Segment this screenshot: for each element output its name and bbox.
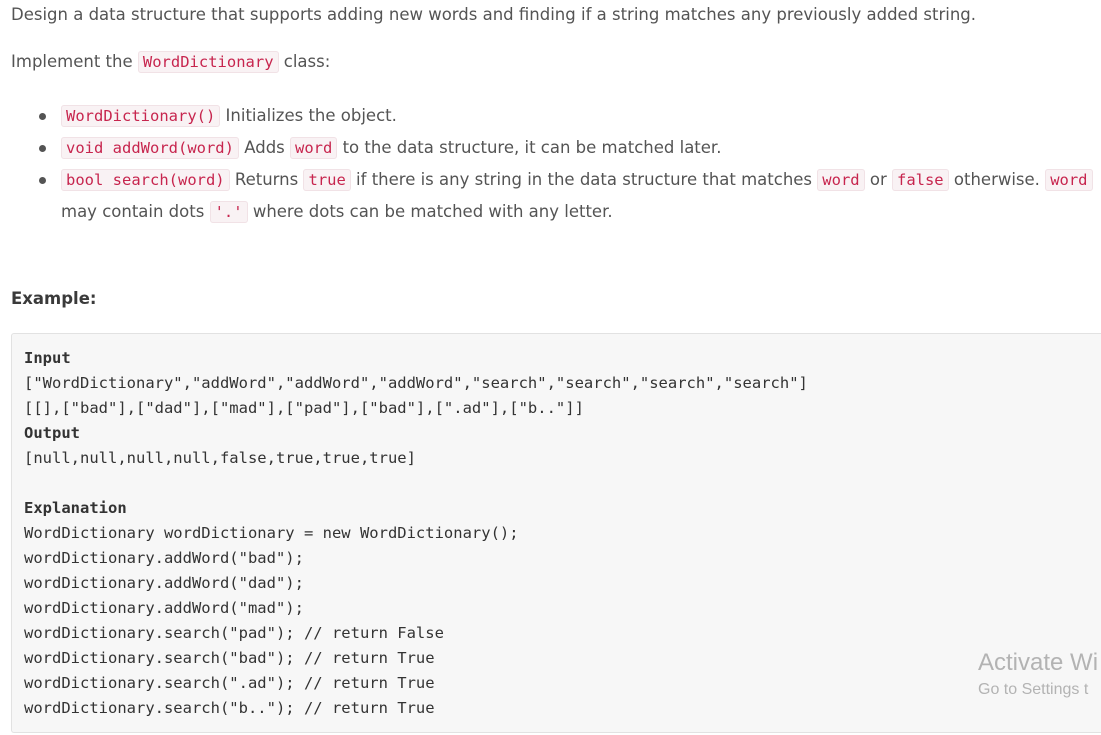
method-description: where dots can be matched with any lette… [247, 202, 613, 221]
class-name-code: WordDictionary [137, 51, 279, 73]
inline-code: word [817, 169, 865, 191]
method-description: or [864, 170, 892, 189]
method-description: may contain dots [61, 202, 210, 221]
method-description: Initializes the object. [220, 106, 397, 125]
watermark-subtitle: Go to Settings t [978, 681, 1089, 698]
code-line: wordDictionary.addWord("bad"); [24, 549, 304, 567]
example-pre: Input ["WordDictionary","addWord","addWor… [24, 346, 808, 721]
method-description: to the data structure, it can be matched… [337, 138, 722, 157]
bullet-icon [39, 177, 46, 184]
bullet-icon [39, 113, 46, 120]
bullet-icon [39, 145, 46, 152]
inline-code: word [290, 137, 338, 159]
implement-prefix: Implement the [11, 52, 138, 71]
inline-code: true [303, 169, 351, 191]
example-code-block: Input ["WordDictionary","addWord","addWor… [11, 333, 1101, 733]
method-signature: WordDictionary() [61, 105, 221, 127]
inline-code: word [1045, 169, 1093, 191]
implement-line: Implement the WordDictionary class: [11, 51, 331, 73]
method-description: otherwise. [948, 170, 1046, 189]
code-line: wordDictionary.search("b.."); // return … [24, 699, 435, 717]
code-line: WordDictionary wordDictionary = new Word… [24, 524, 519, 542]
method-item-addword: void addWord(word) Adds word to the data… [0, 132, 1101, 164]
code-line: [[],["bad"],["dad"],["mad"],["pad"],["ba… [24, 399, 584, 417]
method-description: Returns [229, 170, 304, 189]
watermark-title: Activate Wi [978, 649, 1099, 676]
method-item-search: bool search(word) Returns true if there … [0, 164, 1101, 228]
code-line: [null,null,null,null,false,true,true,tru… [24, 449, 416, 467]
inline-code: false [891, 169, 949, 191]
code-line: Input [24, 349, 71, 367]
method-signature: bool search(word) [61, 169, 230, 191]
method-description: if there is any string in the data struc… [350, 170, 818, 189]
code-line: wordDictionary.search("bad"); // return … [24, 649, 435, 667]
code-line: wordDictionary.addWord("mad"); [24, 599, 304, 617]
problem-intro: Design a data structure that supports ad… [11, 5, 977, 24]
method-description: Adds [238, 138, 291, 157]
example-heading: Example: [11, 289, 97, 308]
code-line: wordDictionary.search("pad"); // return … [24, 624, 444, 642]
code-line: Output [24, 424, 80, 442]
activation-watermark: Activate Wi Go to Settings t [978, 648, 1098, 702]
code-line: wordDictionary.addWord("dad"); [24, 574, 304, 592]
code-line: wordDictionary.search(".ad"); // return … [24, 674, 435, 692]
code-line: ["WordDictionary","addWord","addWord","a… [24, 374, 808, 392]
method-item-constructor: WordDictionary() Initializes the object. [0, 100, 1101, 132]
inline-code: '.' [209, 201, 248, 223]
code-line: Explanation [24, 499, 127, 517]
implement-suffix: class: [278, 52, 331, 71]
method-signature: void addWord(word) [61, 137, 239, 159]
method-list: WordDictionary() Initializes the object.… [0, 100, 1101, 228]
